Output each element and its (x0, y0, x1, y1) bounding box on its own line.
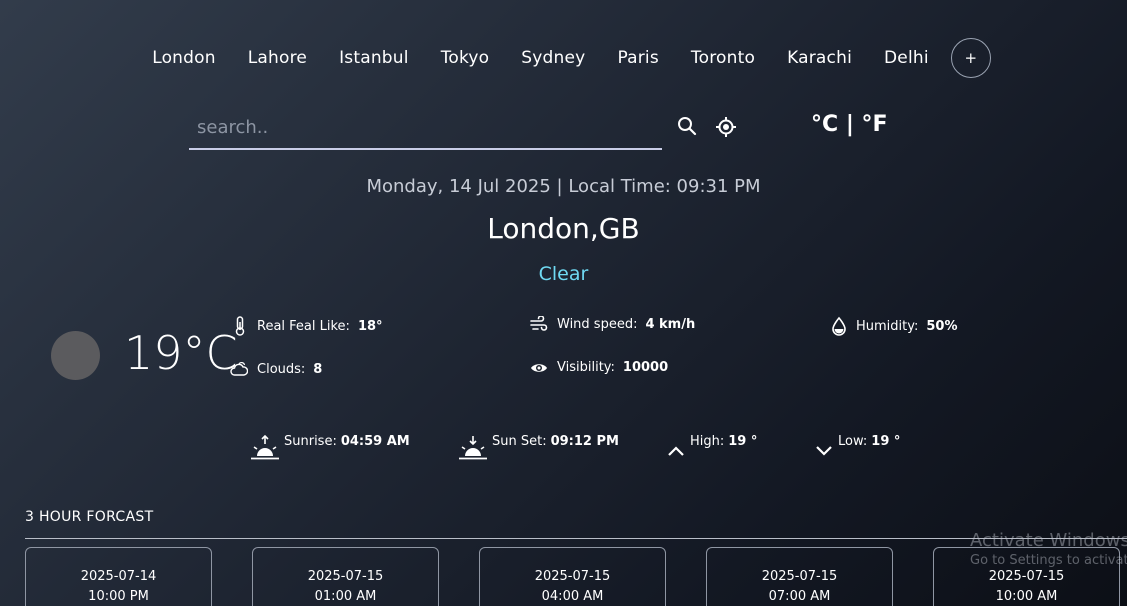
city-tabs: London Lahore Istanbul Tokyo Sydney Pari… (0, 38, 1127, 78)
forecast-card: 2025-07-14 10:00 PM (25, 547, 212, 606)
celsius-toggle[interactable]: °C (811, 112, 838, 137)
chevron-up-icon (668, 446, 684, 456)
wind-detail: Wind speed: 4 km/h (530, 316, 695, 332)
low-label: Low: (838, 434, 868, 449)
thermometer-icon (235, 316, 245, 336)
forecast-date: 2025-07-15 (761, 569, 838, 584)
city-tab-lahore[interactable]: Lahore (248, 48, 307, 68)
current-temperature: 19°C (124, 326, 238, 380)
forecast-date: 2025-07-15 (307, 569, 384, 584)
forecast-time: 10:00 AM (995, 589, 1058, 604)
forecast-cards: 2025-07-14 10:00 PM 2025-07-15 01:00 AM … (25, 547, 1127, 606)
clouds-label: Clouds: (257, 361, 306, 377)
sunrise-detail: Sunrise: 04:59 AM (250, 434, 410, 460)
sunrise-value: 04:59 AM (340, 434, 410, 449)
location-icon[interactable] (715, 116, 737, 138)
visibility-value: 10000 (622, 360, 669, 375)
city-tab-london[interactable]: London (152, 48, 216, 68)
feels-like-value: 18° (357, 318, 383, 334)
forecast-date: 2025-07-15 (534, 569, 611, 584)
chevron-down-icon (816, 446, 832, 456)
city-tab-istanbul[interactable]: Istanbul (339, 48, 409, 68)
city-tab-karachi[interactable]: Karachi (787, 48, 852, 68)
city-name: London,GB (487, 212, 640, 245)
feels-like-detail: Real Feal Like: 18° (232, 316, 383, 336)
humidity-label: Humidity: (856, 318, 919, 334)
sunset-detail: Sun Set: 09:12 PM (458, 434, 619, 460)
high-label: High: (690, 434, 725, 449)
search-icon[interactable] (677, 116, 699, 138)
unit-toggle: °C | °F (811, 112, 888, 137)
eye-icon (531, 363, 547, 372)
forecast-card: 2025-07-15 04:00 AM (479, 547, 666, 606)
city-tab-sydney[interactable]: Sydney (521, 48, 585, 68)
activate-windows-watermark: Activate Windows Go to Settings to activ… (970, 530, 1127, 568)
clouds-detail: Clouds: 8 (230, 360, 322, 378)
humidity-detail: Humidity: 50% (831, 316, 958, 336)
visibility-detail: Visibility: 10000 (530, 360, 668, 375)
sunset-label: Sun Set: (492, 434, 547, 449)
wind-label: Wind speed: (557, 316, 638, 332)
forecast-card: 2025-07-15 07:00 AM (706, 547, 893, 606)
sunset-value: 09:12 PM (550, 434, 619, 449)
visibility-label: Visibility: (557, 360, 615, 375)
search-bar: °C | °F (189, 106, 889, 150)
forecast-time: 01:00 AM (314, 589, 377, 604)
weather-icon (51, 331, 100, 380)
add-city-button[interactable]: + (950, 38, 991, 78)
city-tab-delhi[interactable]: Delhi (884, 48, 929, 68)
city-tab-tokyo[interactable]: Tokyo (441, 48, 490, 68)
high-value: 19 ° (728, 434, 758, 449)
search-input[interactable] (189, 106, 662, 150)
watermark-subtitle: Go to Settings to activate Windows. (970, 553, 1127, 568)
forecast-time: 04:00 AM (541, 589, 604, 604)
unit-separator: | (838, 112, 862, 137)
high-detail: High: 19 ° (666, 434, 757, 460)
forecast-divider (25, 538, 1127, 539)
wind-value: 4 km/h (645, 316, 696, 332)
city-tab-toronto[interactable]: Toronto (691, 48, 755, 68)
sunrise-label: Sunrise: (284, 434, 337, 449)
sunrise-icon (251, 434, 279, 460)
low-value: 19 ° (871, 434, 901, 449)
feels-like-label: Real Feal Like: (257, 318, 350, 334)
forecast-time: 07:00 AM (768, 589, 831, 604)
forecast-time: 10:00 PM (88, 589, 149, 604)
local-datetime: Monday, 14 Jul 2025 | Local Time: 09:31 … (366, 176, 761, 197)
cloud-icon (230, 361, 248, 376)
humidity-value: 50% (926, 318, 958, 334)
watermark-title: Activate Windows (970, 530, 1127, 551)
weather-condition: Clear (538, 263, 589, 285)
forecast-date: 2025-07-14 (80, 569, 157, 584)
humidity-icon (832, 316, 846, 336)
clouds-value: 8 (313, 361, 323, 377)
forecast-title: 3 HOUR FORCAST (25, 509, 154, 525)
low-detail: Low: 19 ° (814, 434, 900, 460)
fahrenheit-toggle[interactable]: °F (862, 112, 888, 137)
forecast-date: 2025-07-15 (988, 569, 1065, 584)
wind-icon (530, 316, 548, 331)
sunset-icon (459, 436, 487, 460)
forecast-card: 2025-07-15 01:00 AM (252, 547, 439, 606)
city-tab-paris[interactable]: Paris (617, 48, 658, 68)
